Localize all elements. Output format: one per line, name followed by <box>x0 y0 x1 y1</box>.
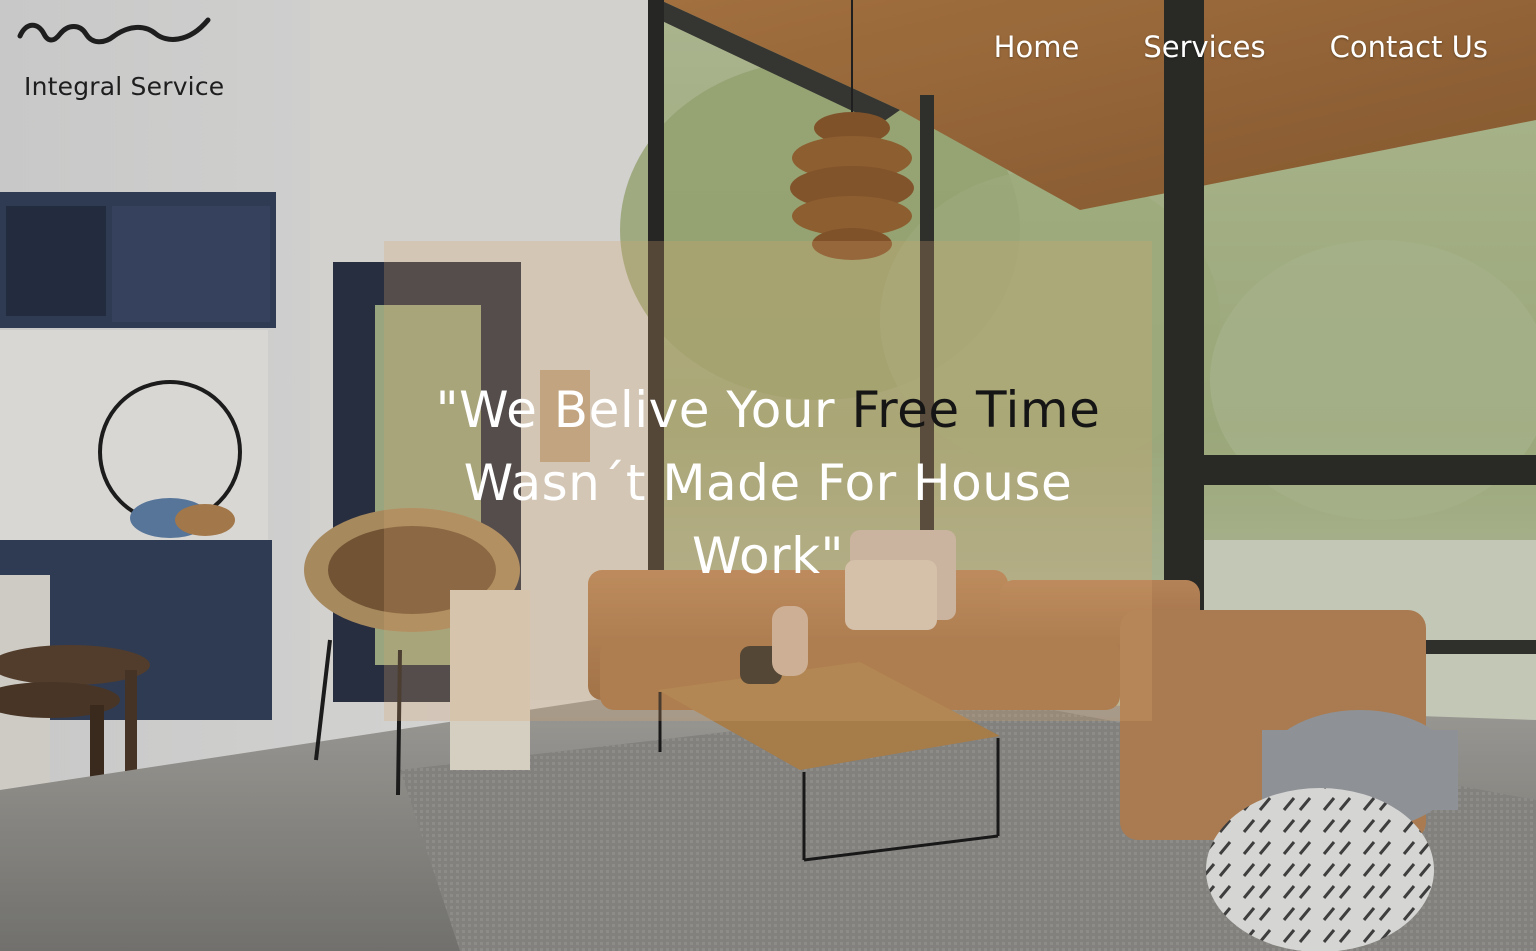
nav-services-link[interactable]: Services <box>1143 30 1265 64</box>
nav-home-link[interactable]: Home <box>994 30 1080 64</box>
brand-name: Integral Service <box>24 72 225 101</box>
nav-contact-link[interactable]: Contact Us <box>1330 30 1488 64</box>
quote-part-2: Wasn´t Made For House Work" <box>463 454 1073 585</box>
quote-highlight: Free Time <box>851 381 1101 439</box>
quote-part-1: "We Belive Your <box>435 381 852 439</box>
hero-quote: "We Belive Your Free Time Wasn´t Made Fo… <box>384 374 1152 593</box>
wave-logo-icon <box>17 17 211 45</box>
brand-logo[interactable]: Integral Service <box>14 12 224 101</box>
hero-section: "We Belive Your Free Time Wasn´t Made Fo… <box>0 0 1536 951</box>
main-nav: Home Services Contact Us <box>994 30 1488 64</box>
